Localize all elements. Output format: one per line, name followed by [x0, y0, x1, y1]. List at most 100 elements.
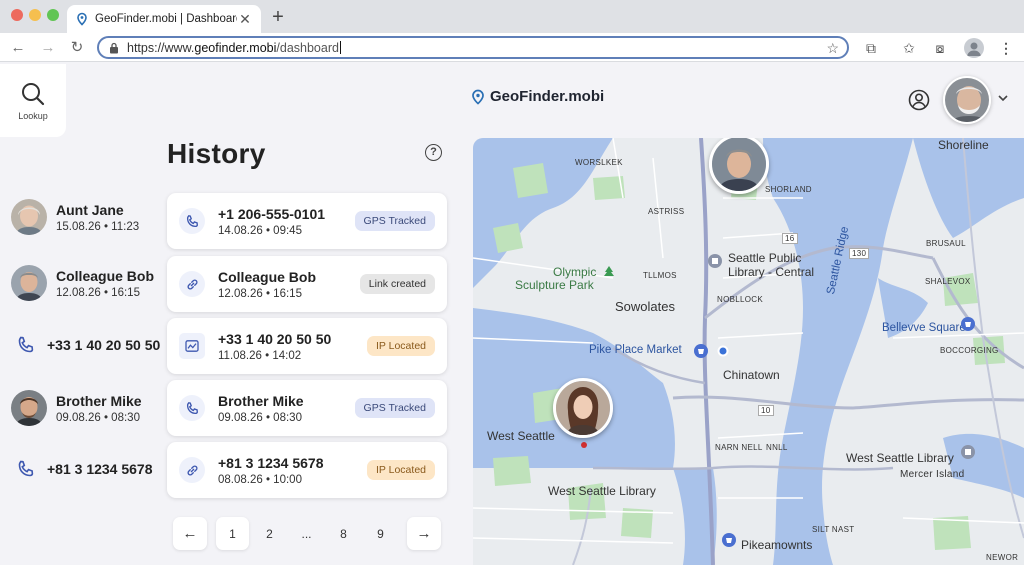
- account-icon[interactable]: [908, 89, 930, 111]
- map-label: NNLL: [766, 443, 788, 452]
- browser-tabbar: GeoFinder.mobi | Dashboard ✕ +: [0, 0, 1024, 33]
- card-title: +33 1 40 20 50 50: [218, 330, 332, 347]
- contact-name: Colleague Bob: [56, 267, 155, 284]
- user-avatar[interactable]: [943, 76, 991, 124]
- map-label: West Seattle: [487, 429, 555, 443]
- card-title: Colleague Bob: [218, 268, 317, 285]
- contact-number: +33 1 40 20 50 50: [47, 337, 161, 353]
- page-button[interactable]: 2: [253, 517, 286, 550]
- phone-icon: [11, 454, 41, 484]
- recent-contact[interactable]: Aunt Jane 15.08.26 • 11:23: [0, 189, 163, 245]
- close-window-button[interactable]: [11, 9, 23, 21]
- minimize-window-button[interactable]: [29, 9, 41, 21]
- search-icon: [22, 82, 45, 105]
- recent-contact[interactable]: Colleague Bob 12.08.26 • 16:15: [0, 255, 163, 311]
- link-icon: [179, 271, 205, 297]
- contact-avatar: [11, 199, 47, 235]
- status-badge: GPS Tracked: [354, 398, 435, 418]
- brand-name: GeoFinder.mobi: [490, 88, 605, 105]
- map-label: Library - Central: [728, 265, 815, 279]
- help-icon[interactable]: ?: [425, 144, 442, 161]
- maximize-window-button[interactable]: [47, 9, 59, 21]
- brand-logo[interactable]: GeoFinder.mobi: [471, 88, 604, 105]
- prev-page-button[interactable]: ←: [173, 517, 207, 550]
- forward-button[interactable]: →: [38, 38, 58, 58]
- location-dot-icon: [581, 442, 587, 448]
- back-button[interactable]: ←: [8, 38, 28, 58]
- card-title: +1 206-555-0101: [218, 205, 326, 222]
- tab-close-icon[interactable]: ✕: [237, 11, 253, 28]
- browser-tab[interactable]: GeoFinder.mobi | Dashboard ✕: [67, 5, 261, 33]
- text-cursor: [339, 41, 341, 54]
- map-label: Mercer Island: [900, 469, 965, 480]
- library-marker-icon[interactable]: [707, 253, 723, 269]
- history-card[interactable]: +81 3 1234 5678 08.08.26 • 10:00 IP Locat…: [167, 442, 447, 498]
- status-badge: IP Located: [366, 336, 435, 356]
- map-label: ASTRISS: [648, 207, 685, 216]
- browser-toolbar: ← → ↻ https://www. geofinder.mobi/dashboa…: [0, 33, 1024, 62]
- lookup-label: Lookup: [18, 110, 48, 121]
- map-label: SHORLAND: [765, 185, 812, 194]
- next-page-button[interactable]: →: [407, 517, 441, 550]
- history-card[interactable]: Colleague Bob 12.08.26 • 16:15 Link creat…: [167, 256, 447, 312]
- card-date: 14.08.26 • 09:45: [218, 224, 302, 237]
- route-shield: 10: [758, 405, 774, 416]
- status-badge: IP Located: [366, 460, 435, 480]
- contact-number: +81 3 1234 5678: [47, 461, 153, 477]
- status-badge: Link created: [359, 274, 435, 294]
- route-shield: 130: [849, 248, 870, 259]
- map-label: SHALEVOX: [925, 277, 971, 286]
- map-label: Sowolates: [615, 299, 675, 314]
- url-prefix: https://www.: [127, 40, 195, 55]
- map-label: Bellevve Square: [882, 322, 966, 334]
- map-label: BRUSAUL: [926, 239, 966, 248]
- history-card[interactable]: +33 1 40 20 50 50 11.08.26 • 14:02 IP Loc…: [167, 318, 447, 374]
- favorites-icon[interactable]: ✩: [899, 38, 919, 58]
- collections-icon[interactable]: ⧇: [930, 38, 950, 58]
- map-label: Shoreline: [938, 138, 989, 152]
- status-badge: GPS Tracked: [354, 211, 435, 231]
- address-bar[interactable]: https://www. geofinder.mobi/dashboard ☆: [97, 36, 849, 59]
- lookup-button[interactable]: Lookup: [0, 64, 66, 137]
- bookmark-star-icon[interactable]: ☆: [826, 40, 839, 57]
- map-label: West Seattle Library: [846, 451, 954, 465]
- card-date: 12.08.26 • 16:15: [218, 287, 302, 300]
- current-location-icon[interactable]: [717, 345, 729, 357]
- history-card[interactable]: Brother Mike 09.08.26 • 08:30 GPS Tracked: [167, 380, 447, 436]
- location-pin-icon: [77, 12, 87, 26]
- shopping-marker-icon[interactable]: [721, 532, 737, 548]
- extensions-icon[interactable]: ⧉: [861, 38, 881, 58]
- map-label: West Seattle Library: [548, 484, 656, 498]
- market-marker-icon[interactable]: [693, 343, 709, 359]
- library-marker-icon[interactable]: [960, 444, 976, 460]
- recent-contact[interactable]: +81 3 1234 5678: [0, 441, 163, 497]
- browser-menu-icon[interactable]: ⋮: [996, 38, 1016, 58]
- reload-button[interactable]: ↻: [67, 38, 87, 58]
- page-button[interactable]: 9: [364, 517, 397, 550]
- page-button[interactable]: 1: [216, 517, 249, 550]
- history-card[interactable]: +1 206-555-0101 14.08.26 • 09:45 GPS Trac…: [167, 193, 447, 249]
- phone-icon: [179, 208, 205, 234]
- page-button[interactable]: 8: [327, 517, 360, 550]
- map-label: Seattle Public: [728, 251, 802, 265]
- browser-profile-avatar[interactable]: [964, 38, 984, 58]
- contact-location-pin[interactable]: [553, 378, 613, 438]
- contact-name: Brother Mike: [56, 392, 142, 409]
- url-path: /dashboard: [276, 40, 339, 55]
- route-shield: 16: [782, 233, 798, 244]
- new-tab-button[interactable]: +: [268, 6, 288, 29]
- url-domain: geofinder.mobi: [194, 40, 277, 55]
- map-view[interactable]: Shoreline WORSLKEK SHORLAND ASTRISS 130 …: [473, 138, 1024, 565]
- park-marker-icon[interactable]: [603, 265, 615, 279]
- contact-location-pin[interactable]: [709, 138, 769, 194]
- map-label: Sculpture Park: [515, 278, 594, 292]
- page-ellipsis: ...: [301, 526, 312, 541]
- map-label: NEWOR: [986, 553, 1019, 562]
- link-icon: [179, 457, 205, 483]
- recent-contact[interactable]: +33 1 40 20 50 50: [0, 317, 163, 373]
- map-label: Olympic: [553, 265, 597, 279]
- recent-contact[interactable]: Brother Mike 09.08.26 • 08:30: [0, 380, 163, 436]
- tab-title: GeoFinder.mobi | Dashboard: [95, 13, 237, 25]
- shopping-marker-icon[interactable]: [960, 316, 976, 332]
- chevron-down-icon[interactable]: [997, 93, 1009, 103]
